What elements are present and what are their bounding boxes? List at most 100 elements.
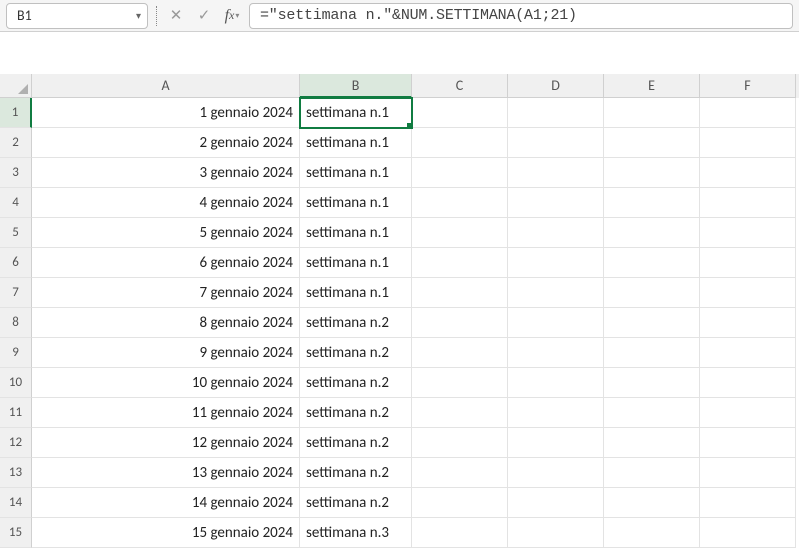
cell-C11[interactable] [412,398,508,428]
cell-A11[interactable]: 11 gennaio 2024 [32,398,300,428]
cell-E9[interactable] [604,338,700,368]
cell-A3[interactable]: 3 gennaio 2024 [32,158,300,188]
cell-D2[interactable] [508,128,604,158]
cell-C5[interactable] [412,218,508,248]
cell-E5[interactable] [604,218,700,248]
cell-F10[interactable] [700,368,796,398]
cell-E2[interactable] [604,128,700,158]
cell-B9[interactable]: settimana n.2 [300,338,412,368]
cell-A10[interactable]: 10 gennaio 2024 [32,368,300,398]
cell-F2[interactable] [700,128,796,158]
cell-C14[interactable] [412,488,508,518]
row-header[interactable]: 12 [0,428,32,458]
cell-E6[interactable] [604,248,700,278]
cell-F7[interactable] [700,278,796,308]
cell-B4[interactable]: settimana n.1 [300,188,412,218]
cell-F9[interactable] [700,338,796,368]
cell-C1[interactable] [412,98,508,128]
cell-B8[interactable]: settimana n.2 [300,308,412,338]
row-header[interactable]: 8 [0,308,32,338]
cell-D5[interactable] [508,218,604,248]
cell-C7[interactable] [412,278,508,308]
row-header[interactable]: 11 [0,398,32,428]
cell-F1[interactable] [700,98,796,128]
cell-D4[interactable] [508,188,604,218]
column-header-C[interactable]: C [412,74,508,98]
cell-D15[interactable] [508,518,604,548]
row-header[interactable]: 3 [0,158,32,188]
cell-A4[interactable]: 4 gennaio 2024 [32,188,300,218]
cell-C9[interactable] [412,338,508,368]
cell-A5[interactable]: 5 gennaio 2024 [32,218,300,248]
row-header[interactable]: 9 [0,338,32,368]
cell-A12[interactable]: 12 gennaio 2024 [32,428,300,458]
cell-D1[interactable] [508,98,604,128]
cell-D12[interactable] [508,428,604,458]
cell-B2[interactable]: settimana n.1 [300,128,412,158]
cell-B10[interactable]: settimana n.2 [300,368,412,398]
select-all-corner[interactable] [0,74,32,98]
cell-A2[interactable]: 2 gennaio 2024 [32,128,300,158]
cell-B15[interactable]: settimana n.3 [300,518,412,548]
cell-F5[interactable] [700,218,796,248]
cell-B11[interactable]: settimana n.2 [300,398,412,428]
cell-A14[interactable]: 14 gennaio 2024 [32,488,300,518]
cell-E1[interactable] [604,98,700,128]
cell-C12[interactable] [412,428,508,458]
row-header[interactable]: 1 [0,98,32,128]
cell-A13[interactable]: 13 gennaio 2024 [32,458,300,488]
cell-C15[interactable] [412,518,508,548]
row-header[interactable]: 15 [0,518,32,548]
cell-E11[interactable] [604,398,700,428]
cell-C8[interactable] [412,308,508,338]
cell-B6[interactable]: settimana n.1 [300,248,412,278]
cell-A7[interactable]: 7 gennaio 2024 [32,278,300,308]
cell-E8[interactable] [604,308,700,338]
formula-input[interactable]: ="settimana n."&NUM.SETTIMANA(A1;21) [249,3,793,29]
fx-icon[interactable]: fx▾ [221,5,243,27]
cell-C10[interactable] [412,368,508,398]
cell-C2[interactable] [412,128,508,158]
cell-C4[interactable] [412,188,508,218]
cell-F8[interactable] [700,308,796,338]
row-header[interactable]: 4 [0,188,32,218]
cell-C3[interactable] [412,158,508,188]
cell-E14[interactable] [604,488,700,518]
cell-E12[interactable] [604,428,700,458]
row-header[interactable]: 13 [0,458,32,488]
cell-F12[interactable] [700,428,796,458]
cell-D10[interactable] [508,368,604,398]
cell-C13[interactable] [412,458,508,488]
cell-F11[interactable] [700,398,796,428]
column-header-E[interactable]: E [604,74,700,98]
cell-B3[interactable]: settimana n.1 [300,158,412,188]
cell-F4[interactable] [700,188,796,218]
row-header[interactable]: 5 [0,218,32,248]
cell-D13[interactable] [508,458,604,488]
cell-A6[interactable]: 6 gennaio 2024 [32,248,300,278]
cell-D14[interactable] [508,488,604,518]
cell-B5[interactable]: settimana n.1 [300,218,412,248]
cell-F13[interactable] [700,458,796,488]
cell-B12[interactable]: settimana n.2 [300,428,412,458]
cell-E15[interactable] [604,518,700,548]
cell-E4[interactable] [604,188,700,218]
cell-D6[interactable] [508,248,604,278]
cell-D3[interactable] [508,158,604,188]
cell-B14[interactable]: settimana n.2 [300,488,412,518]
cell-A1[interactable]: 1 gennaio 2024 [32,98,300,128]
cell-D8[interactable] [508,308,604,338]
row-header[interactable]: 2 [0,128,32,158]
column-header-A[interactable]: A [32,74,300,98]
cell-E13[interactable] [604,458,700,488]
cell-F3[interactable] [700,158,796,188]
cell-F6[interactable] [700,248,796,278]
cell-E10[interactable] [604,368,700,398]
name-box[interactable]: B1 ▾ [6,3,148,29]
row-header[interactable]: 6 [0,248,32,278]
cell-A15[interactable]: 15 gennaio 2024 [32,518,300,548]
row-header[interactable]: 10 [0,368,32,398]
cell-B1[interactable]: settimana n.1 [300,98,412,128]
cell-C6[interactable] [412,248,508,278]
cell-D11[interactable] [508,398,604,428]
